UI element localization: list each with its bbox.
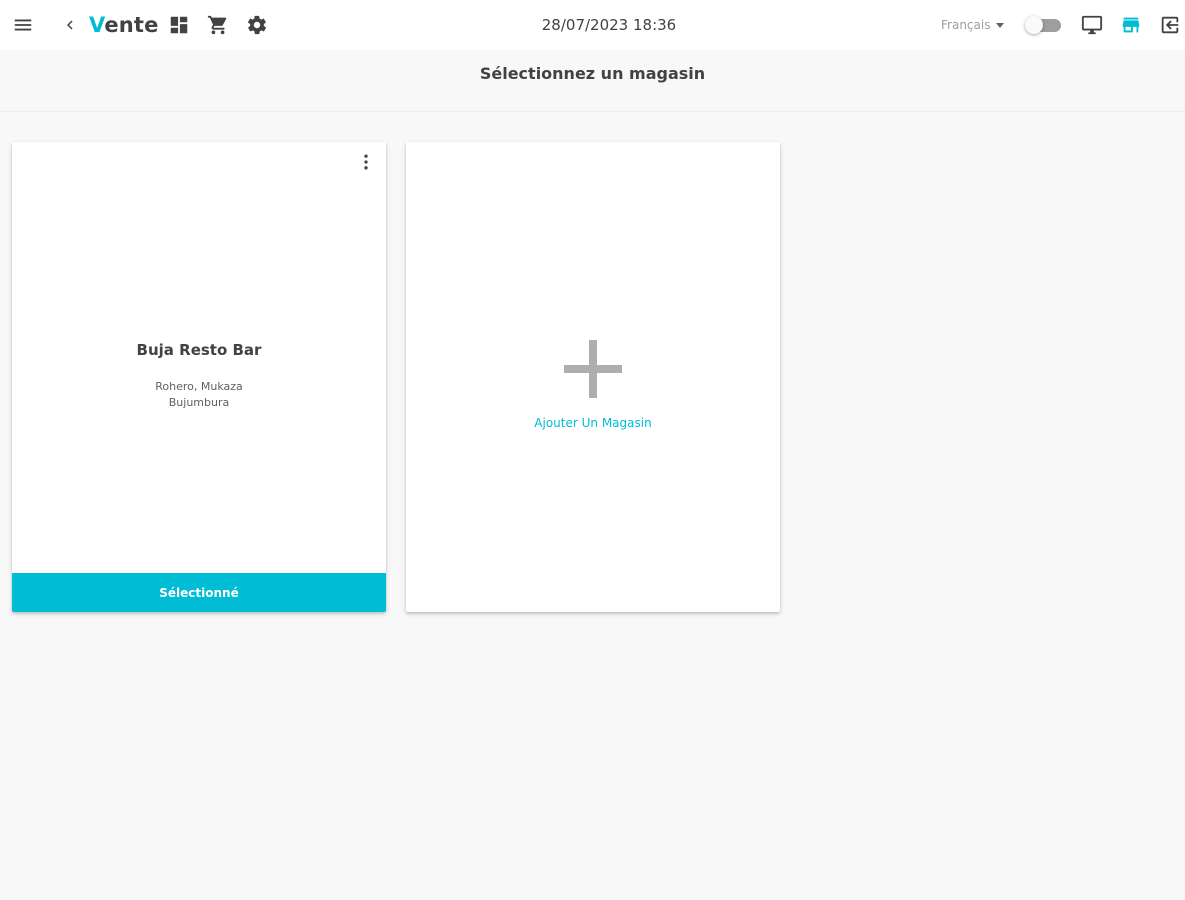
- page-header: Sélectionnez un magasin: [0, 50, 1185, 112]
- app-title-accent: V: [89, 13, 105, 37]
- monitor-icon[interactable]: [1080, 13, 1104, 37]
- add-store-card[interactable]: Ajouter Un Magasin: [406, 142, 780, 612]
- storefront-icon[interactable]: [1119, 13, 1143, 37]
- hamburger-menu-icon[interactable]: [11, 13, 35, 37]
- chevron-left-icon[interactable]: [58, 13, 82, 37]
- more-vert-icon[interactable]: [354, 150, 378, 174]
- gear-icon[interactable]: [245, 13, 269, 37]
- logout-icon[interactable]: [1158, 13, 1182, 37]
- store-name: Buja Resto Bar: [136, 341, 262, 359]
- mode-toggle-switch[interactable]: [1025, 16, 1061, 34]
- app-title-rest: ente: [104, 13, 159, 37]
- toggle-knob: [1025, 16, 1043, 34]
- language-selector[interactable]: Français: [941, 17, 1005, 33]
- language-selector-label: Français: [941, 18, 991, 32]
- store-address: Rohero, Mukaza Bujumbura: [12, 379, 386, 411]
- app-title: Vente: [89, 12, 159, 38]
- shopping-cart-icon[interactable]: [206, 13, 230, 37]
- store-address-line2: Bujumbura: [168, 396, 230, 409]
- selected-button[interactable]: Sélectionné: [12, 573, 386, 612]
- dashboard-icon[interactable]: [167, 13, 191, 37]
- plus-icon[interactable]: [564, 340, 622, 398]
- store-address-line1: Rohero, Mukaza: [155, 380, 243, 393]
- caret-down-icon: [996, 22, 1005, 28]
- page-title: Sélectionnez un magasin: [479, 64, 706, 83]
- top-app-bar: Vente 28/07/2023 18:36 Français: [0, 0, 1185, 50]
- add-store-label[interactable]: Ajouter Un Magasin: [406, 415, 780, 431]
- store-card[interactable]: Buja Resto Bar Rohero, Mukaza Bujumbura …: [12, 142, 386, 612]
